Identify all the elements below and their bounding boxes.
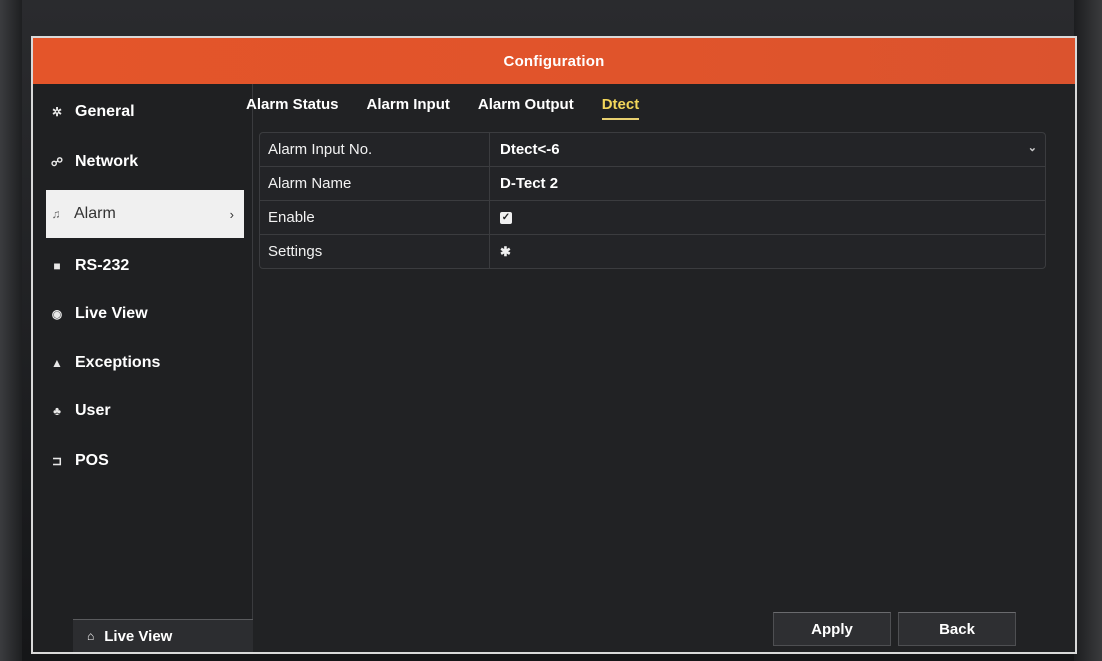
alarm-input-no-label: Alarm Input No. [260, 133, 490, 166]
alarm-name-field[interactable]: D-Tect 2 [490, 167, 1045, 200]
live-view-button[interactable]: ⌂ Live View [73, 619, 253, 652]
apply-button[interactable]: Apply [773, 612, 891, 646]
title-bar: Configuration [33, 38, 1075, 84]
chevron-right-icon: › [229, 206, 234, 222]
alarm-name-value: D-Tect 2 [500, 175, 559, 192]
sidebar-item-rs232[interactable]: ■ RS-232 [47, 244, 243, 288]
form-row-enable: Enable ✓ [260, 201, 1045, 235]
serial-port-icon: ■ [53, 259, 61, 273]
chevron-down-icon: ⌄ [1027, 142, 1037, 154]
sidebar-item-label: POS [75, 452, 109, 469]
enable-cell: ✓ [490, 201, 1045, 234]
tab-alarm-status[interactable]: Alarm Status [246, 96, 339, 120]
sidebar-item-label: RS-232 [75, 257, 130, 274]
back-button[interactable]: Back [898, 612, 1016, 646]
sidebar: ✲ General ☍ Network ♫ Alarm › ■ RS-232 ◉… [33, 84, 253, 652]
form-row-alarm-name: Alarm Name D-Tect 2 [260, 167, 1045, 201]
settings-label: Settings [260, 235, 490, 268]
settings-cell: ✱ [490, 235, 1045, 268]
home-icon: ⌂ [87, 629, 95, 643]
sidebar-item-label: Exceptions [75, 354, 161, 371]
alarm-input-no-value: Dtect<-6 [500, 141, 560, 158]
configuration-window: Configuration ✲ General ☍ Network ♫ Alar… [31, 36, 1077, 654]
sidebar-item-label: User [75, 402, 111, 419]
sidebar-item-label: Network [75, 153, 139, 170]
gear-icon[interactable]: ✱ [500, 244, 511, 260]
tab-bar: Alarm Status Alarm Input Alarm Output Dt… [246, 96, 667, 120]
alarm-input-form: Alarm Input No. Dtect<-6 ⌄ Alarm Name D-… [259, 132, 1046, 269]
eye-icon: ◉ [51, 307, 63, 321]
monitor-bezel-left [0, 0, 22, 661]
sidebar-item-label: General [75, 103, 135, 120]
users-icon: ♣ [53, 404, 61, 418]
sidebar-item-user[interactable]: ♣ User [47, 389, 243, 433]
sidebar-item-alarm[interactable]: ♫ Alarm › [46, 190, 244, 238]
sidebar-item-general[interactable]: ✲ General [47, 90, 243, 134]
sidebar-item-label: Live View [75, 305, 148, 322]
warning-icon: ▲ [51, 356, 63, 370]
sidebar-item-pos[interactable]: ⊐ POS [47, 439, 243, 483]
form-row-alarm-input-no: Alarm Input No. Dtect<-6 ⌄ [260, 133, 1045, 167]
tab-alarm-output[interactable]: Alarm Output [478, 96, 574, 120]
window-title: Configuration [503, 52, 605, 70]
network-icon: ☍ [50, 155, 64, 169]
sidebar-item-network[interactable]: ☍ Network [47, 140, 243, 184]
bell-icon: ♫ [51, 207, 61, 221]
enable-checkbox[interactable]: ✓ [500, 211, 512, 224]
tab-alarm-input[interactable]: Alarm Input [367, 96, 450, 120]
form-row-settings: Settings ✱ [260, 235, 1045, 268]
enable-label: Enable [260, 201, 490, 234]
gear-icon: ✲ [51, 105, 63, 119]
pos-icon: ⊐ [51, 454, 63, 468]
tab-dtect[interactable]: Dtect [601, 96, 640, 120]
alarm-name-label: Alarm Name [260, 167, 490, 200]
sidebar-item-live-view[interactable]: ◉ Live View [47, 292, 243, 336]
live-view-button-label: Live View [104, 627, 173, 645]
sidebar-item-label: Alarm [74, 205, 116, 222]
sidebar-item-exceptions[interactable]: ▲ Exceptions [47, 341, 243, 385]
monitor-bezel-right [1074, 0, 1102, 661]
alarm-input-no-select[interactable]: Dtect<-6 ⌄ [490, 133, 1045, 166]
